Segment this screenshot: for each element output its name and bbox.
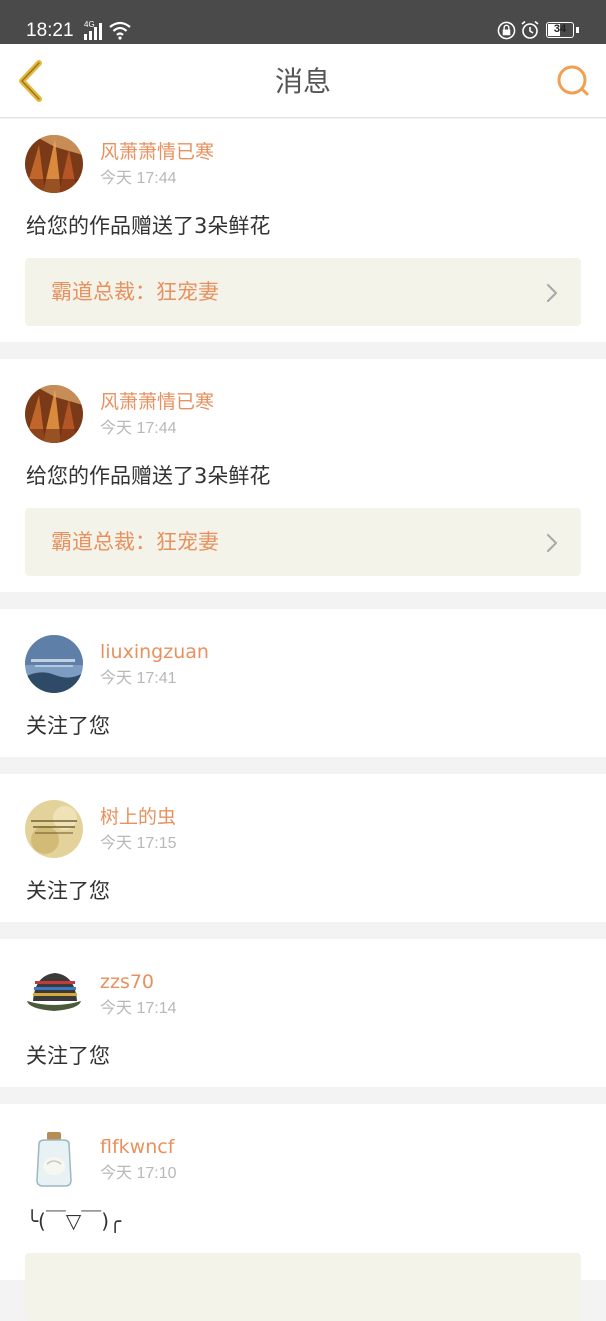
battery-indicator: 34 bbox=[546, 22, 574, 38]
message-card: flfkwncf 今天 17:10 ╰(￣▽￣)╭ bbox=[0, 1104, 606, 1321]
work-link[interactable]: 霸道总裁：狂宠妻 bbox=[25, 258, 581, 326]
user-name[interactable]: flfkwncf bbox=[100, 1135, 174, 1159]
user-name[interactable]: liuxingzuan bbox=[100, 640, 209, 664]
page-title: 消息 bbox=[274, 65, 331, 98]
avatar[interactable] bbox=[25, 135, 83, 193]
message-time: 今天 17:15 bbox=[100, 835, 177, 852]
user-name[interactable]: 风萧萧情已寒 bbox=[100, 140, 214, 164]
user-name[interactable]: zzs70 bbox=[100, 970, 154, 994]
message-time: 今天 17:14 bbox=[100, 1000, 177, 1017]
avatar[interactable] bbox=[25, 1130, 83, 1188]
message-time: 今天 17:44 bbox=[100, 170, 177, 187]
user-name[interactable]: 树上的虫 bbox=[100, 805, 176, 829]
status-time: 18:21 bbox=[26, 20, 74, 41]
alarm-icon bbox=[521, 20, 539, 39]
user-name[interactable]: 风萧萧情已寒 bbox=[100, 390, 214, 414]
message-content: 给您的作品赠送了3朵鲜花 bbox=[26, 214, 271, 238]
status-bar: 18:21 4G 34 bbox=[0, 0, 606, 44]
avatar[interactable] bbox=[25, 635, 83, 693]
message-time: 今天 17:41 bbox=[100, 670, 177, 687]
work-link[interactable] bbox=[25, 1253, 581, 1321]
rotation-lock-icon bbox=[497, 21, 516, 40]
message-card: 风萧萧情已寒 今天 17:44 给您的作品赠送了3朵鲜花 霸道总裁：狂宠妻 bbox=[0, 359, 606, 592]
message-card: liuxingzuan 今天 17:41 关注了您 bbox=[0, 609, 606, 757]
message-content: 关注了您 bbox=[26, 879, 110, 903]
battery-level: 34 bbox=[553, 23, 567, 35]
search-icon[interactable] bbox=[554, 62, 592, 100]
avatar[interactable] bbox=[25, 965, 83, 1023]
work-title: 霸道总裁：狂宠妻 bbox=[51, 530, 219, 554]
battery-tip bbox=[576, 27, 579, 33]
message-content: 关注了您 bbox=[26, 714, 110, 738]
work-title: 霸道总裁：狂宠妻 bbox=[51, 280, 219, 304]
message-content: 关注了您 bbox=[26, 1044, 110, 1068]
signal-icon bbox=[84, 23, 102, 40]
message-card: 树上的虫 今天 17:15 关注了您 bbox=[0, 774, 606, 922]
avatar[interactable] bbox=[25, 385, 83, 443]
message-card: 风萧萧情已寒 今天 17:44 给您的作品赠送了3朵鲜花 霸道总裁：狂宠妻 bbox=[0, 119, 606, 342]
message-time: 今天 17:10 bbox=[100, 1165, 177, 1182]
chevron-right-icon bbox=[546, 283, 558, 303]
header-bar: 消息 bbox=[0, 44, 606, 118]
wifi-icon bbox=[109, 21, 131, 40]
message-content: 给您的作品赠送了3朵鲜花 bbox=[26, 464, 271, 488]
work-link[interactable]: 霸道总裁：狂宠妻 bbox=[25, 508, 581, 576]
message-card: zzs70 今天 17:14 关注了您 bbox=[0, 939, 606, 1087]
message-time: 今天 17:44 bbox=[100, 420, 177, 437]
message-content: ╰(￣▽￣)╭ bbox=[26, 1209, 122, 1233]
avatar[interactable] bbox=[25, 800, 83, 858]
chevron-right-icon bbox=[546, 533, 558, 553]
